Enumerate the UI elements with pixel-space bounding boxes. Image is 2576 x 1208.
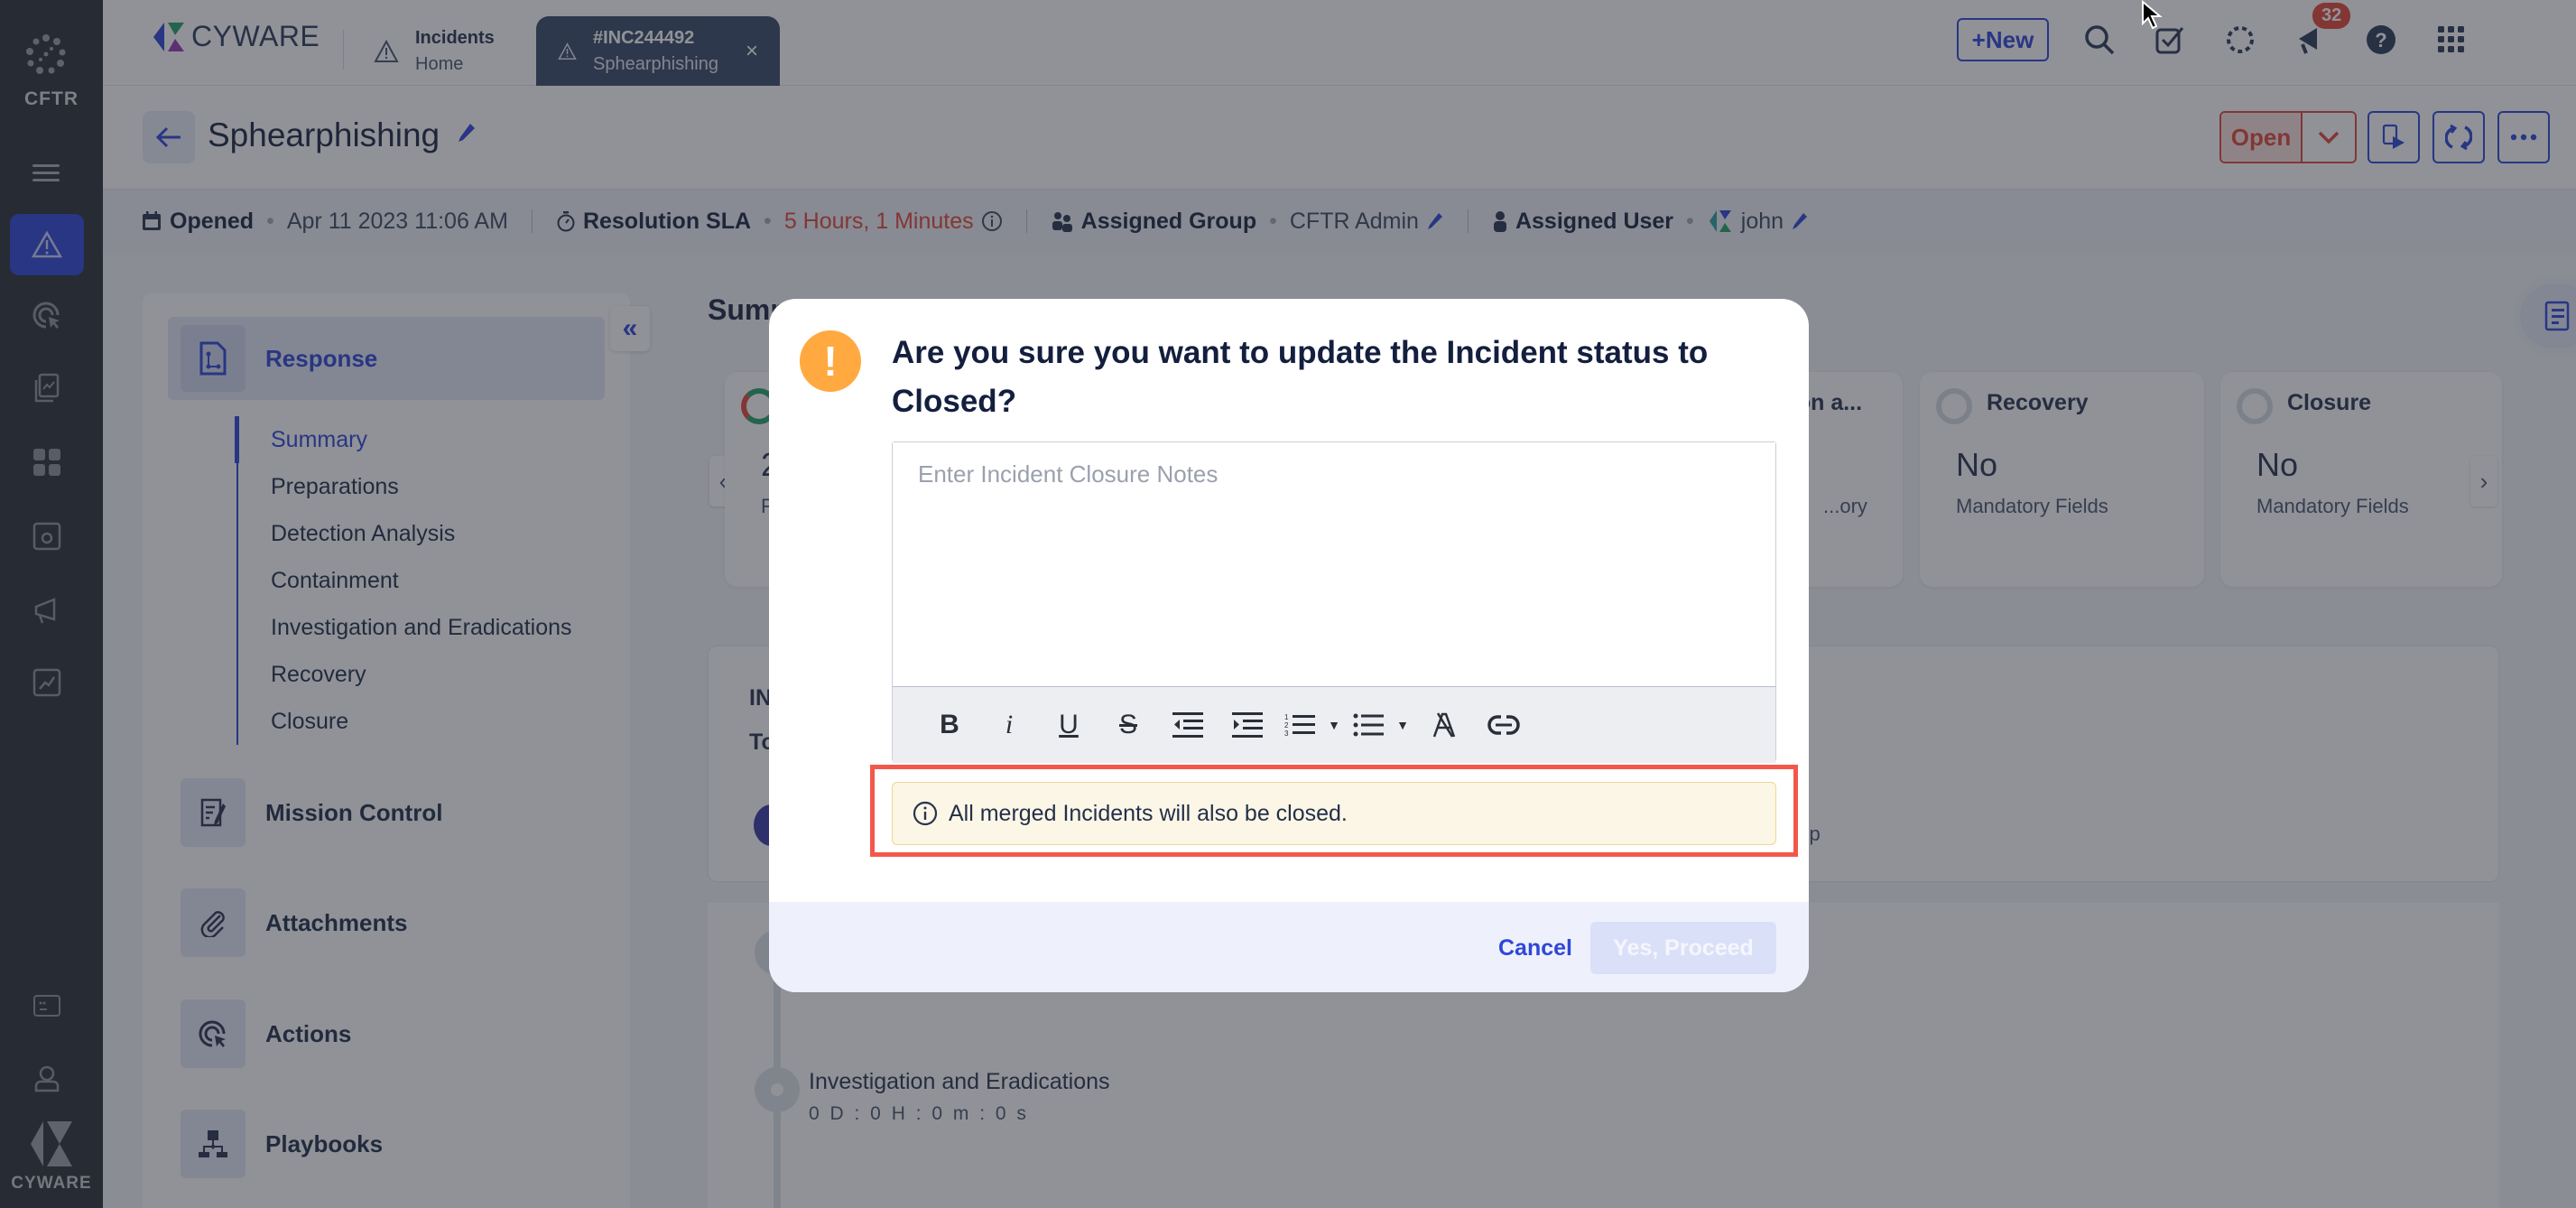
close-incident-dialog: ! Are you sure you want to update the In… bbox=[769, 299, 1809, 992]
underline-icon: U bbox=[1059, 710, 1079, 739]
ordered-list-dropdown[interactable]: ▼ bbox=[1322, 703, 1346, 747]
bold-icon: B bbox=[940, 710, 959, 739]
bullet-list-icon bbox=[1353, 713, 1384, 737]
ordered-list-button[interactable]: 123 bbox=[1277, 703, 1322, 747]
indent-icon bbox=[1232, 712, 1263, 738]
closure-notes-input[interactable] bbox=[893, 442, 1775, 686]
ordered-list-icon: 123 bbox=[1284, 713, 1315, 738]
bullet-list-dropdown[interactable]: ▼ bbox=[1391, 703, 1414, 747]
notice-text: All merged Incidents will also be closed… bbox=[949, 800, 1348, 826]
closure-notes-editor: B i U S 123 ▼ ▼ bbox=[892, 441, 1776, 763]
clear-format-button[interactable] bbox=[1414, 703, 1474, 747]
italic-button[interactable]: i bbox=[979, 703, 1039, 747]
clear-format-icon bbox=[1432, 712, 1456, 738]
dialog-footer: Cancel Yes, Proceed bbox=[769, 902, 1809, 992]
warning-exclamation-icon: ! bbox=[800, 330, 861, 392]
mouse-cursor-icon bbox=[2142, 0, 2163, 30]
outdent-icon bbox=[1172, 712, 1203, 738]
italic-icon: i bbox=[1005, 710, 1014, 739]
dialog-title: Are you sure you want to update the Inci… bbox=[892, 335, 1709, 419]
link-icon bbox=[1487, 715, 1520, 735]
svg-text:3: 3 bbox=[1284, 729, 1289, 738]
bold-button[interactable]: B bbox=[920, 703, 979, 747]
editor-toolbar: B i U S 123 ▼ ▼ bbox=[893, 686, 1775, 763]
outdent-button[interactable] bbox=[1158, 703, 1218, 747]
cancel-button[interactable]: Cancel bbox=[1482, 922, 1589, 974]
link-button[interactable] bbox=[1474, 703, 1534, 747]
underline-button[interactable]: U bbox=[1039, 703, 1098, 747]
indent-button[interactable] bbox=[1218, 703, 1277, 747]
strikethrough-icon: S bbox=[1118, 710, 1137, 739]
strikethrough-button[interactable]: S bbox=[1098, 703, 1158, 747]
svg-text:2: 2 bbox=[1284, 721, 1289, 729]
bullet-list-button[interactable] bbox=[1346, 703, 1391, 747]
info-icon bbox=[913, 801, 938, 826]
svg-text:1: 1 bbox=[1284, 713, 1289, 721]
merged-incidents-notice: All merged Incidents will also be closed… bbox=[892, 782, 1776, 845]
yes-proceed-button[interactable]: Yes, Proceed bbox=[1590, 922, 1776, 974]
